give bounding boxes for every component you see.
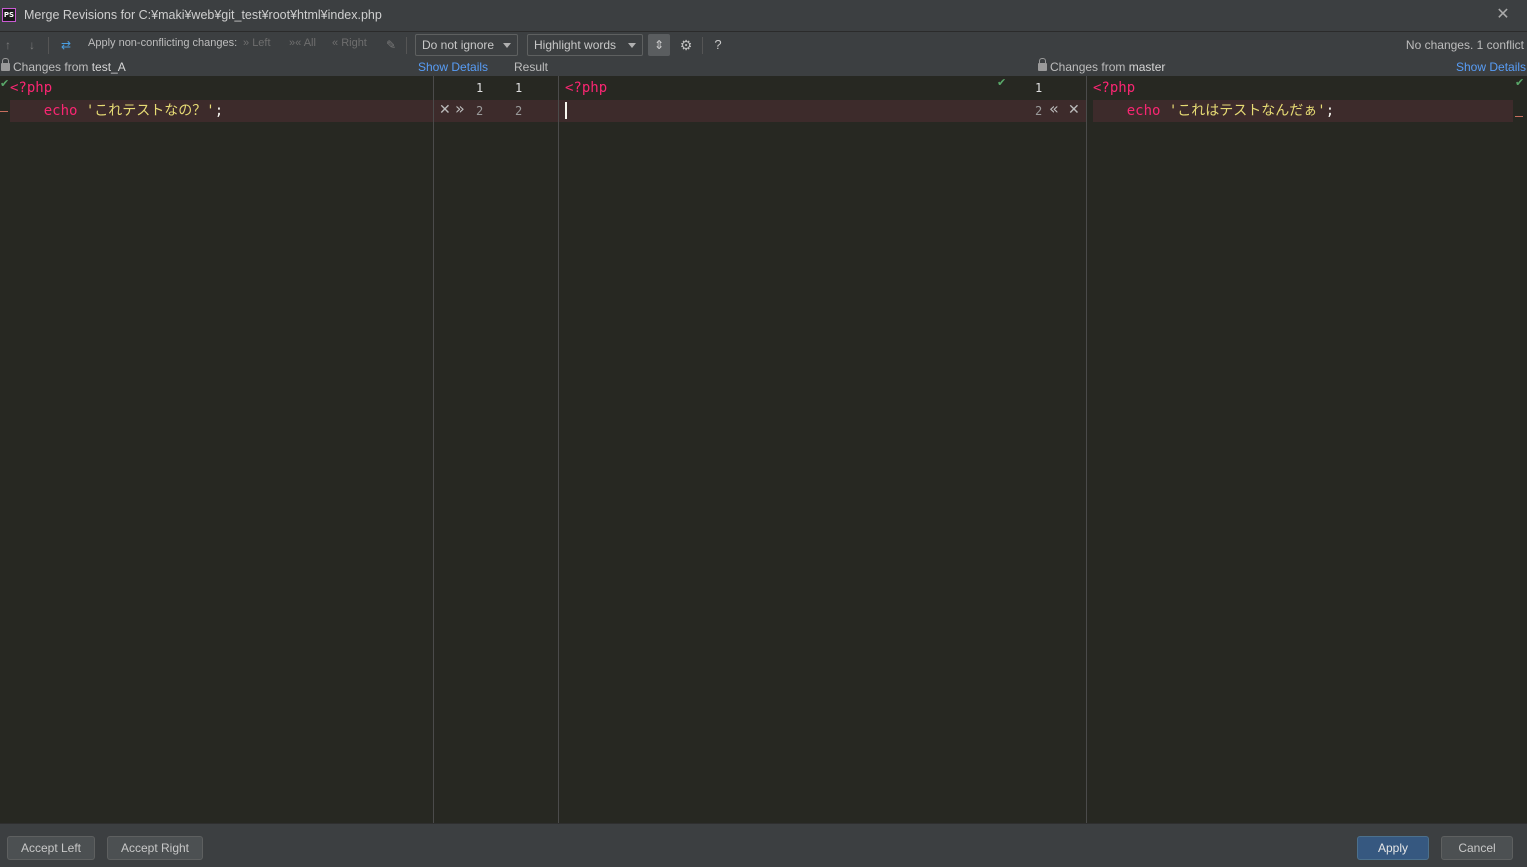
conflict-highlight bbox=[434, 100, 558, 122]
conflict-marker bbox=[1515, 116, 1523, 117]
highlight-mode-value: Highlight words bbox=[534, 38, 617, 52]
apply-all-button[interactable]: »« All bbox=[289, 37, 316, 49]
toolbar: ↑ ↓ ⇄ Apply non-conflicting changes: » L… bbox=[0, 32, 1527, 58]
ignore-whitespace-dropdown[interactable]: Do not ignore bbox=[415, 34, 518, 56]
code-token: echo bbox=[10, 103, 86, 119]
left-code-line-1[interactable]: <?php bbox=[10, 77, 52, 99]
result-header: Result bbox=[514, 60, 549, 74]
right-show-details-link[interactable]: Show Details bbox=[1456, 60, 1526, 74]
dialog-footer: Accept Left Accept Right Apply Cancel bbox=[0, 823, 1527, 867]
code-token: <?php bbox=[1093, 80, 1136, 96]
help-icon[interactable]: ? bbox=[711, 36, 725, 54]
code-token: 'これはテストなんだぁ' bbox=[1168, 103, 1326, 119]
sync-scroll-icon: ⇕ bbox=[653, 38, 665, 52]
left-header-prefix: Changes from bbox=[13, 60, 89, 74]
left-branch-name: test_A bbox=[91, 60, 126, 74]
check-icon: ✔ bbox=[0, 77, 10, 90]
apply-non-conflicting-icon[interactable]: ⇄ bbox=[57, 36, 75, 54]
chevron-down-icon bbox=[628, 43, 636, 48]
apply-button[interactable]: Apply bbox=[1357, 836, 1429, 860]
code-token: <?php bbox=[10, 80, 53, 96]
previous-difference-icon[interactable]: ↑ bbox=[1, 36, 15, 54]
code-token: 'これテストなの？' bbox=[85, 103, 215, 119]
conflict-marker bbox=[0, 111, 8, 112]
right-line-number: 1 bbox=[1035, 81, 1043, 95]
result-line-number: 2 bbox=[515, 104, 523, 118]
right-line-number: 2 bbox=[1035, 104, 1043, 118]
conflict-highlight bbox=[559, 100, 1009, 122]
chevron-down-icon bbox=[503, 43, 511, 48]
cancel-button[interactable]: Cancel bbox=[1441, 836, 1513, 860]
result-editor-pane[interactable]: <?php ✔ bbox=[559, 76, 1009, 823]
right-editor-pane[interactable]: <?php ✔ echo 'これはテストなんだぁ'; bbox=[1087, 76, 1527, 823]
next-difference-icon[interactable]: ↓ bbox=[25, 36, 39, 54]
highlight-mode-dropdown[interactable]: Highlight words bbox=[527, 34, 643, 56]
apply-left-button[interactable]: » Left bbox=[243, 37, 271, 49]
settings-gear-icon[interactable]: ⚙ bbox=[678, 36, 694, 54]
ignore-whitespace-value: Do not ignore bbox=[422, 38, 495, 52]
right-header-prefix: Changes from bbox=[1050, 60, 1126, 74]
left-editor-pane[interactable]: ✔ <?php echo 'これテストなの？'; bbox=[0, 76, 433, 823]
reject-right-change-icon[interactable]: ✕ bbox=[1068, 99, 1080, 121]
apply-right-label: Right bbox=[341, 37, 367, 49]
left-code-line-2[interactable]: echo 'これテストなの？'; bbox=[10, 100, 223, 122]
left-line-number: 2 bbox=[476, 104, 484, 118]
apply-non-conflicting-label: Apply non-conflicting changes: bbox=[88, 37, 238, 49]
resolve-automatically-icon[interactable]: ✎ bbox=[383, 36, 399, 54]
code-token: echo bbox=[1093, 103, 1169, 119]
check-icon: ✔ bbox=[997, 76, 1007, 89]
apply-left-label: Left bbox=[252, 37, 271, 49]
left-line-number: 1 bbox=[476, 81, 484, 95]
result-code-line-1[interactable]: <?php bbox=[565, 77, 607, 99]
left-show-details-link[interactable]: Show Details bbox=[418, 60, 488, 74]
window-title: Merge Revisions for C:¥maki¥web¥git_test… bbox=[24, 8, 382, 22]
toolbar-separator bbox=[406, 37, 407, 54]
left-result-gutter: 1 1 ✕ » 2 2 bbox=[434, 76, 558, 823]
reject-left-change-icon[interactable]: ✕ bbox=[439, 99, 451, 121]
right-code-line-2[interactable]: echo 'これはテストなんだぁ'; bbox=[1093, 100, 1334, 122]
check-icon: ✔ bbox=[1515, 76, 1525, 89]
apply-right-button[interactable]: « Right bbox=[332, 37, 367, 49]
toolbar-separator bbox=[48, 37, 49, 54]
lock-icon bbox=[1038, 58, 1047, 71]
right-pane-header: Changes from master bbox=[1038, 58, 1166, 74]
toolbar-separator bbox=[702, 37, 703, 54]
accept-left-change-icon[interactable]: » bbox=[455, 98, 465, 120]
code-token: ; bbox=[1325, 103, 1335, 119]
lock-icon bbox=[1, 58, 10, 71]
panel-headers: Changes from test_A Show Details Result … bbox=[0, 58, 1527, 76]
code-token: <?php bbox=[565, 80, 608, 96]
code-token: ; bbox=[214, 103, 224, 119]
apply-all-label: All bbox=[303, 37, 316, 49]
phpstorm-logo-icon: PS bbox=[2, 8, 16, 22]
accept-left-button[interactable]: Accept Left bbox=[7, 836, 95, 860]
synchronize-scrolling-toggle[interactable]: ⇕ bbox=[648, 34, 670, 56]
text-cursor bbox=[565, 102, 567, 119]
title-bar: PS Merge Revisions for C:¥maki¥web¥git_t… bbox=[0, 0, 1527, 32]
close-icon[interactable]: ✕ bbox=[1494, 6, 1512, 24]
accept-right-change-icon[interactable]: « bbox=[1049, 98, 1059, 120]
left-pane-header: Changes from test_A bbox=[1, 58, 126, 74]
right-branch-name: master bbox=[1128, 60, 1166, 74]
result-right-gutter: 1 2 « ✕ bbox=[1009, 76, 1086, 823]
accept-right-button[interactable]: Accept Right bbox=[107, 836, 203, 860]
right-code-line-1[interactable]: <?php bbox=[1093, 77, 1135, 99]
result-line-number: 1 bbox=[515, 81, 523, 95]
merge-status-text: No changes. 1 conflict bbox=[1405, 38, 1524, 52]
